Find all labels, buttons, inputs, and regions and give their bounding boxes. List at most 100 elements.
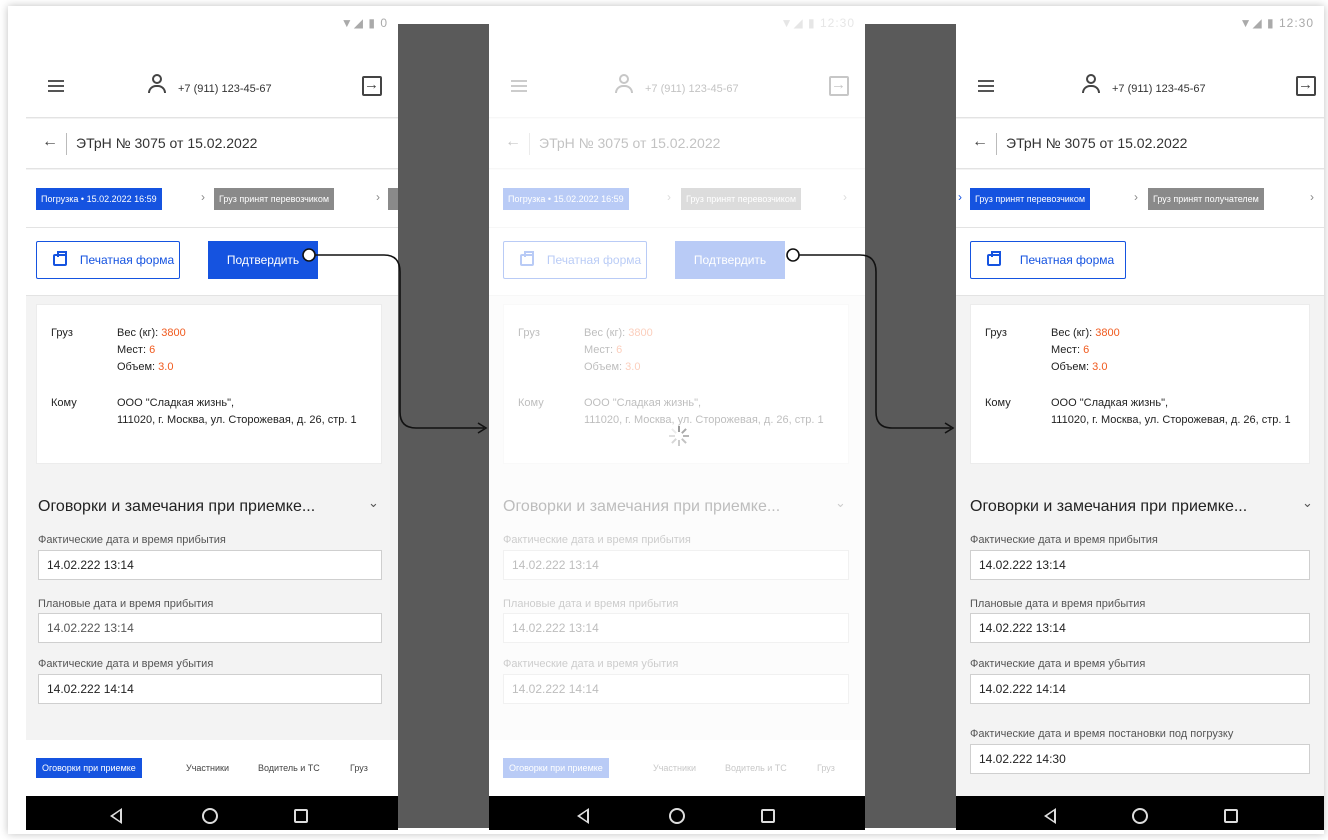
nav-home-icon[interactable]	[202, 808, 218, 824]
actual-arrival-field[interactable]: 14.02.222 13:14	[503, 550, 849, 580]
screen-3: ▼◢ ▮ 12:30 +7 (911) 123-45-67 ← ЭТрН № 3…	[956, 6, 1324, 830]
weight-label: Вес (кг):	[584, 327, 629, 339]
field-label: Фактические дата и время прибытия	[970, 534, 1158, 546]
crumb-loading[interactable]: Погрузка • 15.02.2022 16:59	[36, 188, 162, 210]
status-breadcrumbs: Погрузка • 15.02.2022 16:59 › Груз приня…	[26, 170, 398, 228]
back-arrow-icon[interactable]: ←	[505, 133, 521, 151]
status-bar: ▼◢ ▮ 12:30	[956, 6, 1324, 56]
android-nav-bar	[489, 796, 865, 830]
signal-icon: ▼◢ ▮ 0	[340, 16, 388, 30]
tab-remarks[interactable]: Оговорки при приемке	[36, 758, 142, 778]
confirm-button[interactable]: Подтвердить	[208, 241, 318, 279]
chevron-right-icon: ›	[1310, 190, 1314, 204]
places-value: 6	[1083, 344, 1090, 356]
title-bar: ← ЭТрН № 3075 от 15.02.2022	[956, 119, 1324, 169]
field-label: Фактические дата и время убытия	[38, 658, 214, 670]
weight-value: 3800	[1095, 327, 1120, 339]
status-breadcrumbs: › Груз принят перевозчиком › Груз принят…	[956, 170, 1324, 228]
volume-label: Объем:	[584, 361, 626, 373]
nav-back-icon[interactable]	[110, 808, 122, 824]
print-form-button[interactable]: Печатная форма	[36, 241, 180, 279]
crumb-loading[interactable]: Погрузка • 15.02.2022 16:59	[503, 188, 629, 210]
user-icon[interactable]	[615, 74, 633, 94]
logout-icon[interactable]	[829, 76, 849, 96]
field-label: Фактические дата и время постановки под …	[970, 728, 1234, 740]
tab-driver[interactable]: Водитель и ТС	[725, 758, 787, 778]
chevron-right-icon: ›	[1134, 190, 1138, 204]
places-label: Мест:	[584, 344, 617, 356]
back-arrow-icon[interactable]: ←	[972, 133, 988, 151]
app-bar: +7 (911) 123-45-67	[26, 56, 398, 118]
crumb-accepted-carrier[interactable]: Груз принят перевозчиком	[970, 188, 1091, 210]
chevron-down-icon[interactable]: ⌄	[368, 495, 379, 511]
actual-arrival-field[interactable]: 14.02.222 13:14	[970, 550, 1310, 580]
logout-icon[interactable]	[1296, 76, 1316, 96]
tab-participants[interactable]: Участники	[653, 758, 696, 778]
tab-cargo[interactable]: Груз	[350, 758, 368, 778]
status-bar: ▼◢ ▮ 0	[26, 6, 398, 56]
chevron-right-icon: ›	[201, 190, 205, 204]
menu-icon[interactable]	[48, 80, 64, 92]
print-form-button[interactable]: Печатная форма	[970, 241, 1126, 279]
chevron-right-icon: ›	[667, 190, 671, 204]
print-form-label: Печатная форма	[79, 253, 175, 267]
nav-recent-icon[interactable]	[1224, 809, 1238, 823]
nav-recent-icon[interactable]	[761, 809, 775, 823]
actual-arrival-field[interactable]: 14.02.222 13:14	[38, 550, 382, 580]
menu-icon[interactable]	[978, 80, 994, 92]
tab-remarks[interactable]: Оговорки при приемке	[503, 758, 609, 778]
planned-arrival-field[interactable]: 14.02.222 13:14	[38, 613, 382, 643]
crumb-accepted-carrier[interactable]: Груз принят перевозчиком	[214, 188, 335, 210]
weight-label: Вес (кг):	[117, 327, 162, 339]
field-label: Фактические дата и время прибытия	[38, 534, 226, 546]
recipient-street: 111020, г. Москва, ул. Сторожевая, д. 26…	[1051, 414, 1291, 426]
tab-driver[interactable]: Водитель и ТС	[258, 758, 320, 778]
crumb-accepted-carrier[interactable]: Груз принят перевозчиком	[681, 188, 802, 210]
planned-arrival-field[interactable]: 14.02.222 13:14	[970, 613, 1310, 643]
crumb-next[interactable]	[388, 188, 398, 210]
confirm-button[interactable]: Подтвердить	[675, 241, 785, 279]
crumb-accepted-receiver[interactable]: Груз принят получателем	[1148, 188, 1264, 210]
chevron-down-icon[interactable]: ⌄	[1302, 495, 1313, 511]
volume-value: 3.0	[158, 361, 174, 373]
planned-arrival-field[interactable]: 14.02.222 13:14	[503, 613, 849, 643]
actual-departure-field[interactable]: 14.02.222 14:14	[970, 674, 1310, 704]
actual-departure-field[interactable]: 14.02.222 14:14	[38, 674, 382, 704]
nav-home-icon[interactable]	[1132, 808, 1148, 824]
chevron-right-icon: ›	[376, 190, 380, 204]
user-icon[interactable]	[148, 74, 166, 94]
actual-departure-field[interactable]: 14.02.222 14:14	[503, 674, 849, 704]
weight-value: 3800	[628, 327, 653, 339]
nav-home-icon[interactable]	[669, 808, 685, 824]
cargo-label: Груз	[985, 327, 1007, 339]
signal-icon: ▼◢ ▮ 12:30	[1239, 16, 1314, 30]
recipient-address: ООО "Сладкая жизнь", 111020, г. Москва, …	[584, 395, 834, 429]
divider	[529, 133, 530, 155]
recipient-label: Кому	[51, 397, 77, 409]
print-form-button[interactable]: Печатная форма	[503, 241, 647, 279]
user-icon[interactable]	[1082, 74, 1100, 94]
loading-spinner-icon	[669, 426, 689, 446]
back-arrow-icon[interactable]: ←	[42, 133, 58, 151]
nav-recent-icon[interactable]	[294, 809, 308, 823]
logout-icon[interactable]	[362, 76, 382, 96]
field-label: Плановые дата и время прибытия	[38, 598, 214, 610]
tab-cargo[interactable]: Груз	[817, 758, 835, 778]
chevron-down-icon[interactable]: ⌄	[835, 495, 846, 511]
nav-back-icon[interactable]	[1044, 808, 1056, 824]
recipient-label: Кому	[518, 397, 544, 409]
screen-1: ▼◢ ▮ 0 +7 (911) 123-45-67 ← ЭТрН № 3075 …	[26, 6, 398, 830]
print-form-label: Печатная форма	[546, 253, 642, 267]
cargo-label: Груз	[518, 327, 540, 339]
cargo-details: Вес (кг): 3800 Мест: 6 Объем: 3.0	[1051, 325, 1120, 376]
nav-back-icon[interactable]	[577, 808, 589, 824]
field-label: Фактические дата и время убытия	[503, 658, 679, 670]
loading-start-field[interactable]: 14.02.222 14:30	[970, 744, 1310, 774]
tab-participants[interactable]: Участники	[186, 758, 229, 778]
menu-icon[interactable]	[511, 80, 527, 92]
title-bar: ← ЭТрН № 3075 от 15.02.2022	[489, 119, 865, 169]
field-label: Фактические дата и время убытия	[970, 658, 1146, 670]
recipient-name: ООО "Сладкая жизнь",	[584, 397, 702, 409]
section-title: Оговорки и замечания при приемке...	[503, 498, 781, 515]
weight-label: Вес (кг):	[1051, 327, 1096, 339]
